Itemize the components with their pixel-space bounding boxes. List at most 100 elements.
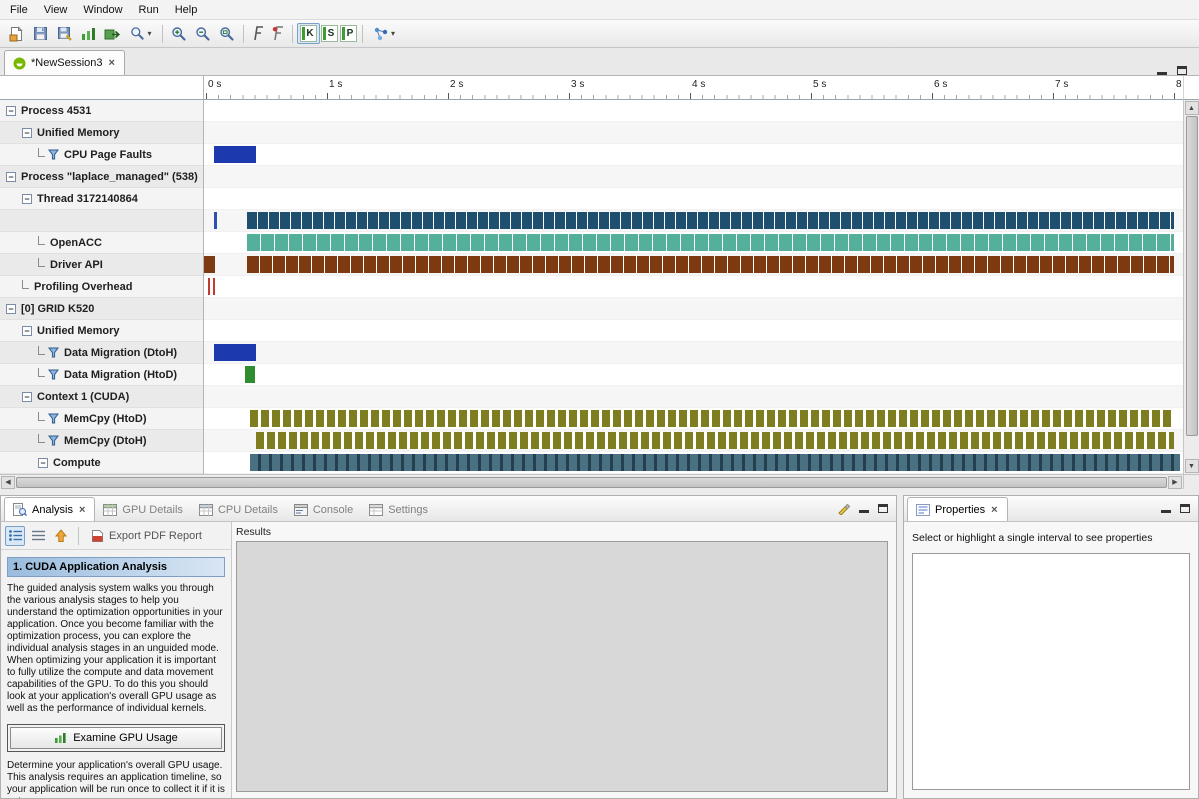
menu-run[interactable]: Run	[131, 2, 167, 18]
minimize-icon[interactable]	[859, 504, 869, 513]
timeline-row-track[interactable]	[204, 320, 1183, 342]
collapse-icon[interactable]: −	[22, 392, 32, 402]
kernel-k-button[interactable]: K	[297, 23, 320, 44]
search-dropdown-icon[interactable]: ▾	[124, 23, 158, 45]
results-area[interactable]	[236, 541, 888, 792]
timeline-row-label[interactable]: −Process "laplace_managed" (538)	[0, 166, 203, 188]
timeline-row-label[interactable]	[0, 210, 203, 232]
timeline-row-label[interactable]: Driver API	[0, 254, 203, 276]
properties-content-area[interactable]	[912, 553, 1190, 790]
filter-icon[interactable]	[48, 435, 59, 446]
timeline-row-track[interactable]	[204, 452, 1183, 474]
timeline-row-label[interactable]: −Compute	[0, 452, 203, 474]
timeline-row-track[interactable]	[204, 298, 1183, 320]
timeline-row-label[interactable]: Profiling Overhead	[0, 276, 203, 298]
timeline-row-label[interactable]: Data Migration (DtoH)	[0, 342, 203, 364]
tab-analysis[interactable]: Analysis ×	[4, 497, 95, 521]
menu-help[interactable]: Help	[167, 2, 206, 18]
menu-view[interactable]: View	[36, 2, 76, 18]
menu-file[interactable]: File	[2, 2, 36, 18]
tab-cpu-details[interactable]: CPU Details	[191, 499, 286, 521]
session-tab[interactable]: *NewSession3 ×	[4, 50, 125, 75]
timeline-row-track[interactable]	[204, 408, 1183, 430]
timeline-interval[interactable]	[250, 454, 1180, 471]
filter-icon[interactable]	[48, 369, 59, 380]
timeline-row-label[interactable]: −Process 4531	[0, 100, 203, 122]
collapse-icon[interactable]: −	[22, 194, 32, 204]
timeline-interval[interactable]	[247, 256, 1174, 273]
tab-gpu-details[interactable]: GPU Details	[95, 499, 191, 521]
timeline-interval[interactable]	[214, 146, 255, 163]
timeline-row-track[interactable]	[204, 232, 1183, 254]
timeline-interval[interactable]	[245, 366, 255, 383]
timeline-row-label[interactable]: Data Migration (HtoD)	[0, 364, 203, 386]
examine-gpu-usage-button[interactable]: Examine GPU Usage	[10, 727, 222, 749]
filter-icon[interactable]	[48, 347, 59, 358]
timeline-row-track[interactable]	[204, 254, 1183, 276]
profile-p-button[interactable]: P	[340, 25, 357, 42]
timeline-interval[interactable]	[208, 278, 211, 295]
filter-icon[interactable]	[48, 149, 59, 160]
timeline-row-track[interactable]	[204, 364, 1183, 386]
vertical-scrollbar[interactable]: ▲ ▼	[1183, 100, 1199, 474]
timeline-interval[interactable]	[204, 256, 215, 273]
save-as-icon[interactable]	[52, 23, 76, 45]
minimize-icon[interactable]	[1161, 504, 1171, 513]
timeline-canvas[interactable]	[204, 100, 1183, 474]
timeline-interval[interactable]	[213, 278, 216, 295]
chart-icon[interactable]	[76, 23, 100, 45]
zoom-in-icon[interactable]	[167, 23, 191, 45]
filter-icon[interactable]	[48, 413, 59, 424]
timeline-row-track[interactable]	[204, 100, 1183, 122]
timeline-interval[interactable]	[214, 212, 218, 229]
goto-marker-icon[interactable]	[248, 24, 268, 44]
timeline-interval[interactable]	[256, 432, 1174, 449]
collapse-icon[interactable]: −	[6, 304, 16, 314]
timeline-row-label[interactable]: CPU Page Faults	[0, 144, 203, 166]
vertical-scroll-thumb[interactable]	[1186, 116, 1198, 436]
scroll-right-icon[interactable]: ▶	[1168, 476, 1182, 489]
timeline-interval[interactable]	[214, 344, 255, 361]
view-menu-icon[interactable]	[837, 502, 850, 515]
back-up-icon[interactable]	[51, 526, 71, 546]
maximize-icon[interactable]	[1177, 66, 1187, 75]
close-icon[interactable]: ×	[108, 57, 116, 69]
collapse-icon[interactable]: −	[38, 458, 48, 468]
collapse-icon[interactable]: −	[6, 172, 16, 182]
export-pdf-button[interactable]: Export PDF Report	[86, 527, 207, 545]
timeline-row-track[interactable]	[204, 144, 1183, 166]
unguided-analysis-icon[interactable]	[28, 526, 48, 546]
export-icon[interactable]	[100, 23, 124, 45]
timeline-row-track[interactable]	[204, 122, 1183, 144]
maximize-icon[interactable]	[1180, 504, 1190, 513]
timeline-row-label[interactable]: OpenACC	[0, 232, 203, 254]
timeline-row-label[interactable]: MemCpy (HtoD)	[0, 408, 203, 430]
timeline-row-label[interactable]: MemCpy (DtoH)	[0, 430, 203, 452]
minimize-icon[interactable]	[1157, 66, 1167, 75]
timeline-row-track[interactable]	[204, 342, 1183, 364]
source-s-button[interactable]: S	[321, 25, 338, 42]
tab-properties[interactable]: Properties ×	[907, 497, 1008, 521]
timeline-row-track[interactable]	[204, 276, 1183, 298]
timeline-row-track[interactable]	[204, 210, 1183, 232]
close-icon[interactable]: ×	[78, 504, 86, 516]
horizontal-scroll-thumb[interactable]	[16, 477, 1167, 488]
timeline-row-label[interactable]: −Unified Memory	[0, 122, 203, 144]
collapse-icon[interactable]: −	[22, 128, 32, 138]
guided-analysis-icon[interactable]	[5, 526, 25, 546]
collapse-icon[interactable]: −	[6, 106, 16, 116]
tab-settings[interactable]: Settings	[361, 499, 436, 521]
analysis-dropdown-icon[interactable]: ▾	[367, 23, 401, 45]
horizontal-scrollbar[interactable]: ◀ ▶	[0, 474, 1183, 489]
zoom-out-icon[interactable]	[191, 23, 215, 45]
timeline-interval[interactable]	[247, 212, 1174, 229]
tab-console[interactable]: Console	[286, 499, 361, 521]
zoom-fit-icon[interactable]	[215, 23, 239, 45]
close-icon[interactable]: ×	[990, 504, 998, 516]
timeline-row-track[interactable]	[204, 166, 1183, 188]
timeline-ruler[interactable]: 0 s1 s2 s3 s4 s5 s6 s7 s8	[204, 76, 1183, 100]
timeline-row-label[interactable]: −Context 1 (CUDA)	[0, 386, 203, 408]
scroll-up-icon[interactable]: ▲	[1185, 101, 1199, 115]
new-session-icon[interactable]	[4, 23, 28, 45]
scroll-down-icon[interactable]: ▼	[1185, 459, 1199, 473]
